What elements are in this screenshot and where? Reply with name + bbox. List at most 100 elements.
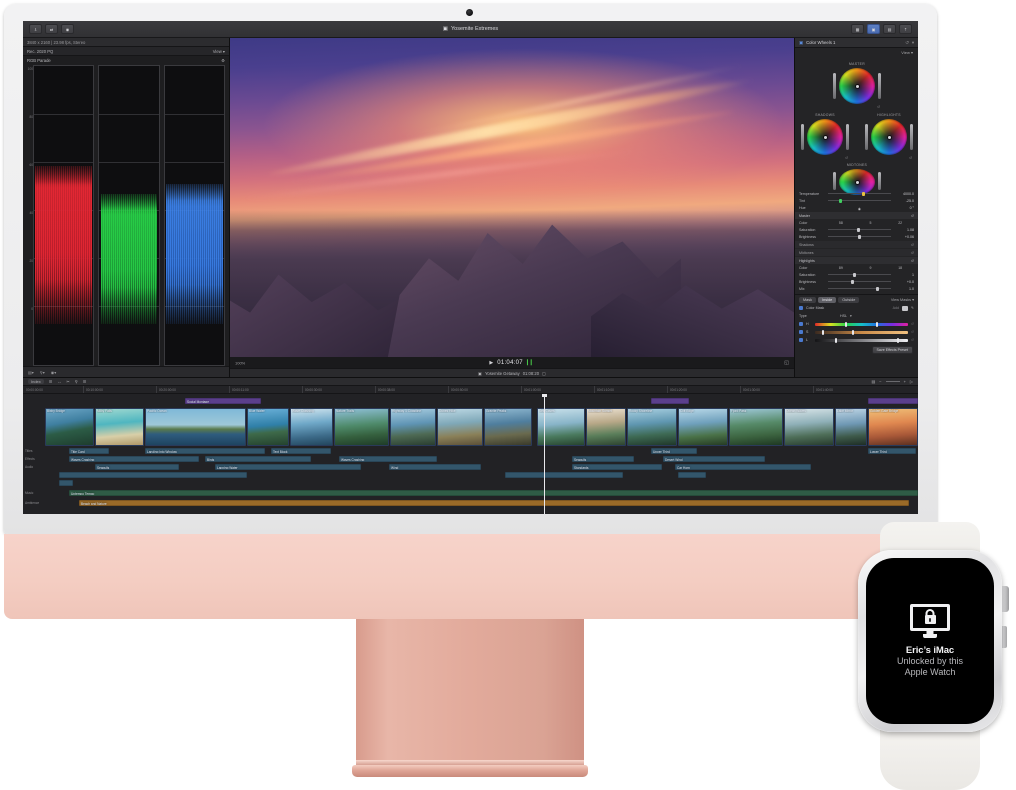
master-slider-right[interactable]: [878, 73, 881, 99]
highlights-mix-slider[interactable]: [828, 288, 891, 289]
mask-s-slider[interactable]: [815, 331, 908, 334]
midtones-slider-left[interactable]: [833, 172, 836, 190]
tab-outside[interactable]: Outside: [838, 297, 859, 303]
section-shadows-reset-icon[interactable]: ↺: [911, 243, 914, 247]
trim-tool-icon[interactable]: ☰: [49, 379, 53, 384]
video-clip-14[interactable]: Ocean Waves: [784, 408, 834, 446]
inspector-reset-icon[interactable]: ↺: [905, 40, 909, 46]
highlights-slider-left[interactable]: [865, 124, 868, 150]
param-temperature-slider[interactable]: [828, 193, 891, 194]
video-clip-4[interactable]: Wave Crashing: [290, 408, 333, 446]
keyframe-button[interactable]: ◉: [61, 24, 74, 34]
midtones-wheel-disc[interactable]: [839, 169, 875, 195]
video-clip-3[interactable]: Blue Water: [247, 408, 289, 446]
highlights-slider-right[interactable]: [910, 124, 913, 150]
titles-clip-4[interactable]: Lower Third: [868, 448, 916, 454]
video-clip-2[interactable]: Pacific Ocean: [145, 408, 246, 446]
shadows-wheel-disc[interactable]: [807, 119, 843, 155]
storyline-clip-2[interactable]: [651, 398, 689, 404]
color-inspector-toggle-button[interactable]: ▣: [867, 24, 880, 34]
sync-button[interactable]: ⇄: [45, 24, 58, 34]
master-color-g[interactable]: 5: [857, 221, 885, 225]
timeline-playhead[interactable]: [544, 394, 545, 514]
titles-clip-2[interactable]: Text Block: [271, 448, 331, 454]
video-clip-0[interactable]: Bixby Bridge: [45, 408, 94, 446]
master-wheel-disc[interactable]: [839, 68, 875, 104]
add-mask-label[interactable]: Add: [893, 306, 899, 310]
timeline-track-area[interactable]: Social Montage Bixby Bridge Milky Falls …: [23, 394, 918, 514]
highlights-color-r[interactable]: 89: [827, 266, 855, 270]
save-effects-preset-button[interactable]: Save Effects Preset: [872, 346, 914, 354]
shadows-reset-icon[interactable]: ↺: [845, 156, 848, 160]
highlights-wheel-disc[interactable]: [871, 119, 907, 155]
mask-h-checkbox[interactable]: [799, 322, 803, 326]
mask-color-swatch[interactable]: [902, 306, 908, 311]
scope-options-icon[interactable]: ◉▾: [51, 370, 57, 375]
mask-l-reset-icon[interactable]: ↺: [911, 338, 914, 342]
master-slider-left[interactable]: [833, 73, 836, 99]
timeline-ruler[interactable]: 00:00:00:00 00:10:00:00 00:20:00:00 00:0…: [23, 386, 918, 394]
master-reset-icon[interactable]: ↺: [877, 105, 880, 109]
param-hue[interactable]: Hue ◉ 0 °: [799, 204, 914, 211]
music-clip-0[interactable]: Uptempo Tempo: [69, 490, 918, 496]
video-clip-7[interactable]: Dunes Hike: [437, 408, 483, 446]
highlights-mix-row[interactable]: Mix 1.0: [799, 285, 914, 292]
import-media-button[interactable]: ⇩: [29, 24, 42, 34]
titles-clip-0[interactable]: Title Card: [69, 448, 109, 454]
highlights-color-b[interactable]: 18: [886, 266, 914, 270]
inspector-menu-icon[interactable]: ▾: [912, 40, 914, 46]
section-highlights-reset-icon[interactable]: ↺: [911, 259, 914, 263]
section-highlights[interactable]: Highlights ↺: [795, 257, 918, 264]
midtones-slider-right[interactable]: [878, 172, 881, 190]
mask-h-reset-icon[interactable]: ↺: [911, 322, 914, 326]
scopes-view-button[interactable]: View ▾: [213, 49, 225, 54]
timeline-toggle-button[interactable]: ▤: [883, 24, 896, 34]
color-wheel-midtones[interactable]: MIDTONES: [832, 169, 882, 201]
color-wheel-shadows[interactable]: SHADOWS ↺: [800, 119, 850, 163]
storyline-clip[interactable]: Social Montage: [185, 398, 261, 404]
snap-toggle-icon[interactable]: ☰: [83, 379, 87, 384]
video-clip-5[interactable]: Nature Trails: [334, 408, 389, 446]
effects-clip-1[interactable]: Birds: [205, 456, 311, 462]
video-clip-6[interactable]: Highway 1 Coastline: [390, 408, 436, 446]
share-button[interactable]: ⇡: [899, 24, 912, 34]
tab-inside[interactable]: Inside: [818, 297, 836, 303]
blade-tool-icon[interactable]: ✂: [66, 379, 69, 384]
effects-clip-2[interactable]: Waves Crashing: [339, 456, 437, 462]
video-clip-10[interactable]: Mountain Sunset: [586, 408, 626, 446]
audio-clip-0[interactable]: Seagulls: [95, 464, 179, 470]
section-midtones-reset-icon[interactable]: ↺: [911, 251, 914, 255]
param-hue-control[interactable]: ◉: [828, 207, 891, 208]
mask-s-checkbox[interactable]: [799, 330, 803, 334]
audio-clip-2[interactable]: Wind: [389, 464, 481, 470]
color-mask-header-row[interactable]: Color Mask Add ✎: [795, 304, 918, 312]
section-master[interactable]: Master ↺: [795, 212, 918, 219]
mask-slider-h-row[interactable]: H ↺: [795, 320, 918, 328]
view-masks-button[interactable]: View Masks ▾: [891, 297, 914, 302]
video-clip-1[interactable]: Milky Falls: [95, 408, 144, 446]
extra-clip-2[interactable]: [678, 472, 706, 478]
fullscreen-icon[interactable]: ◱: [784, 360, 789, 366]
skimming-toggle-icon[interactable]: ▷: [910, 379, 913, 384]
audio-clip-4[interactable]: Car Horn: [675, 464, 811, 470]
shadows-slider-right[interactable]: [846, 124, 849, 150]
extra-clip-0[interactable]: [59, 472, 247, 478]
param-tint-slider[interactable]: [828, 200, 891, 201]
inspector-panel-title[interactable]: Color Wheels 1: [806, 40, 835, 45]
master-color-r[interactable]: 58: [827, 221, 855, 225]
inspector-view-button[interactable]: View ▾: [795, 48, 918, 57]
viewer-zoom-label[interactable]: 100%: [235, 360, 245, 365]
position-tool-icon[interactable]: ↔: [57, 379, 61, 384]
video-clip-8[interactable]: Granite Peaks: [484, 408, 532, 446]
mask-h-slider[interactable]: [815, 323, 908, 326]
mask-type-row[interactable]: Type HSL ▾: [795, 312, 918, 320]
storyline-clip-3[interactable]: [868, 398, 918, 404]
zoom-slider[interactable]: [886, 381, 900, 382]
highlights-saturation-row[interactable]: Saturation 1: [799, 271, 914, 278]
mask-l-slider[interactable]: [815, 339, 908, 342]
highlights-color-row[interactable]: Color 89 9 18: [799, 264, 914, 271]
highlights-saturation-slider[interactable]: [828, 274, 891, 275]
titles-clip-1[interactable]: Landing Into Window: [145, 448, 265, 454]
mask-slider-s-row[interactable]: S ↺: [795, 328, 918, 336]
titles-clip-3[interactable]: Upper Third: [651, 448, 697, 454]
